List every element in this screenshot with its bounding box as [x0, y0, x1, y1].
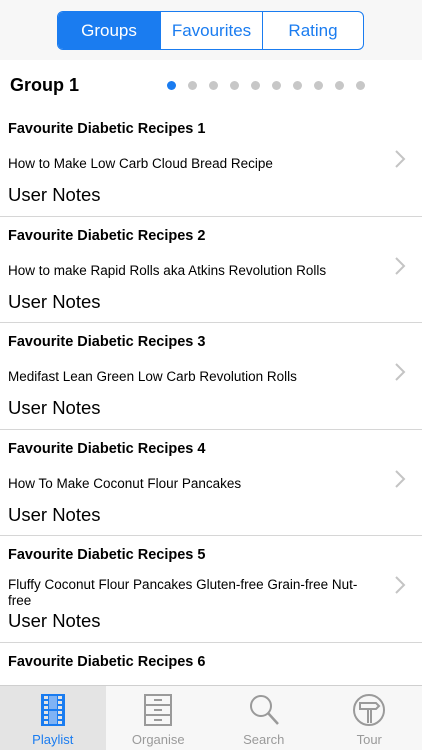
cabinet-icon [144, 694, 173, 726]
tab-label: Tour [356, 732, 382, 747]
segment-rating[interactable]: Rating [262, 12, 363, 49]
item-title: Favourite Diabetic Recipes 6 [8, 653, 206, 670]
page-dot [251, 81, 260, 90]
tab-bar: Playlist Organise Search Tour [0, 685, 422, 750]
item-title: Favourite Diabetic Recipes 4 [8, 440, 206, 457]
item-subtitle: Fluffy Coconut Flour Pancakes Gluten-fre… [8, 577, 358, 609]
page-dot [293, 81, 302, 90]
item-title: Favourite Diabetic Recipes 2 [8, 227, 206, 244]
tab-label: Organise [131, 732, 185, 747]
recipe-list: Favourite Diabetic Recipes 1 How to Make… [0, 110, 422, 685]
segment-favourites[interactable]: Favourites [160, 12, 262, 49]
list-item[interactable]: Favourite Diabetic Recipes 2 How to make… [0, 217, 422, 324]
item-subtitle: How To Make Coconut Flour Pancakes [8, 475, 242, 491]
item-subtitle: Medifast Lean Green Low Carb Revolution … [8, 369, 297, 385]
list-item[interactable]: Favourite Diabetic Recipes 3 Medifast Le… [0, 323, 422, 430]
item-subtitle: How to make Rapid Rolls aka Atkins Revol… [8, 262, 327, 278]
tab-label: Search [243, 732, 285, 747]
chevron-right-icon [395, 470, 406, 488]
page-dot [167, 81, 176, 90]
chevron-right-icon [395, 256, 406, 275]
tab-search[interactable]: Search [211, 686, 317, 750]
page-dot [188, 81, 197, 90]
segmented-control: Groups Favourites Rating [57, 11, 364, 50]
magnifier-icon [249, 695, 279, 725]
list-item[interactable]: Favourite Diabetic Recipes 5 Fluffy Coco… [0, 536, 422, 643]
page-dot [314, 81, 323, 90]
chevron-right-icon [395, 150, 406, 168]
item-title: Favourite Diabetic Recipes 1 [8, 121, 206, 137]
page-dot [230, 81, 239, 90]
page-dot [209, 81, 218, 90]
top-bar: Groups Favourites Rating [0, 0, 422, 60]
page-dot [356, 81, 365, 90]
list-item[interactable]: Favourite Diabetic Recipes 1 How to Make… [0, 110, 422, 217]
user-notes-label[interactable]: User Notes [8, 504, 101, 526]
tab-playlist[interactable]: Playlist [0, 686, 106, 750]
tab-organise[interactable]: Organise [106, 686, 212, 750]
tab-tour[interactable]: Tour [317, 686, 422, 750]
page-indicator[interactable] [167, 81, 365, 90]
list-item[interactable]: Favourite Diabetic Recipes 4 How To Make… [0, 430, 422, 537]
chevron-right-icon [395, 576, 406, 595]
user-notes-label[interactable]: User Notes [8, 610, 101, 632]
user-notes-label[interactable]: User Notes [8, 397, 101, 419]
chevron-right-icon [395, 363, 406, 381]
tab-label: Playlist [32, 732, 74, 747]
item-title: Favourite Diabetic Recipes 5 [8, 547, 206, 564]
page-dot [272, 81, 281, 90]
group-title: Group 1 [10, 75, 80, 95]
segment-groups[interactable]: Groups [58, 12, 160, 49]
user-notes-label[interactable]: User Notes [8, 184, 101, 206]
item-subtitle: How to Make Low Carb Cloud Bread Recipe [8, 156, 273, 171]
item-title: Favourite Diabetic Recipes 3 [8, 334, 206, 351]
film-strip-icon [40, 694, 65, 726]
page-dot [335, 81, 344, 90]
user-notes-label[interactable]: User Notes [8, 291, 101, 313]
list-item[interactable]: Favourite Diabetic Recipes 6 [0, 643, 422, 685]
signpost-icon [353, 694, 386, 726]
